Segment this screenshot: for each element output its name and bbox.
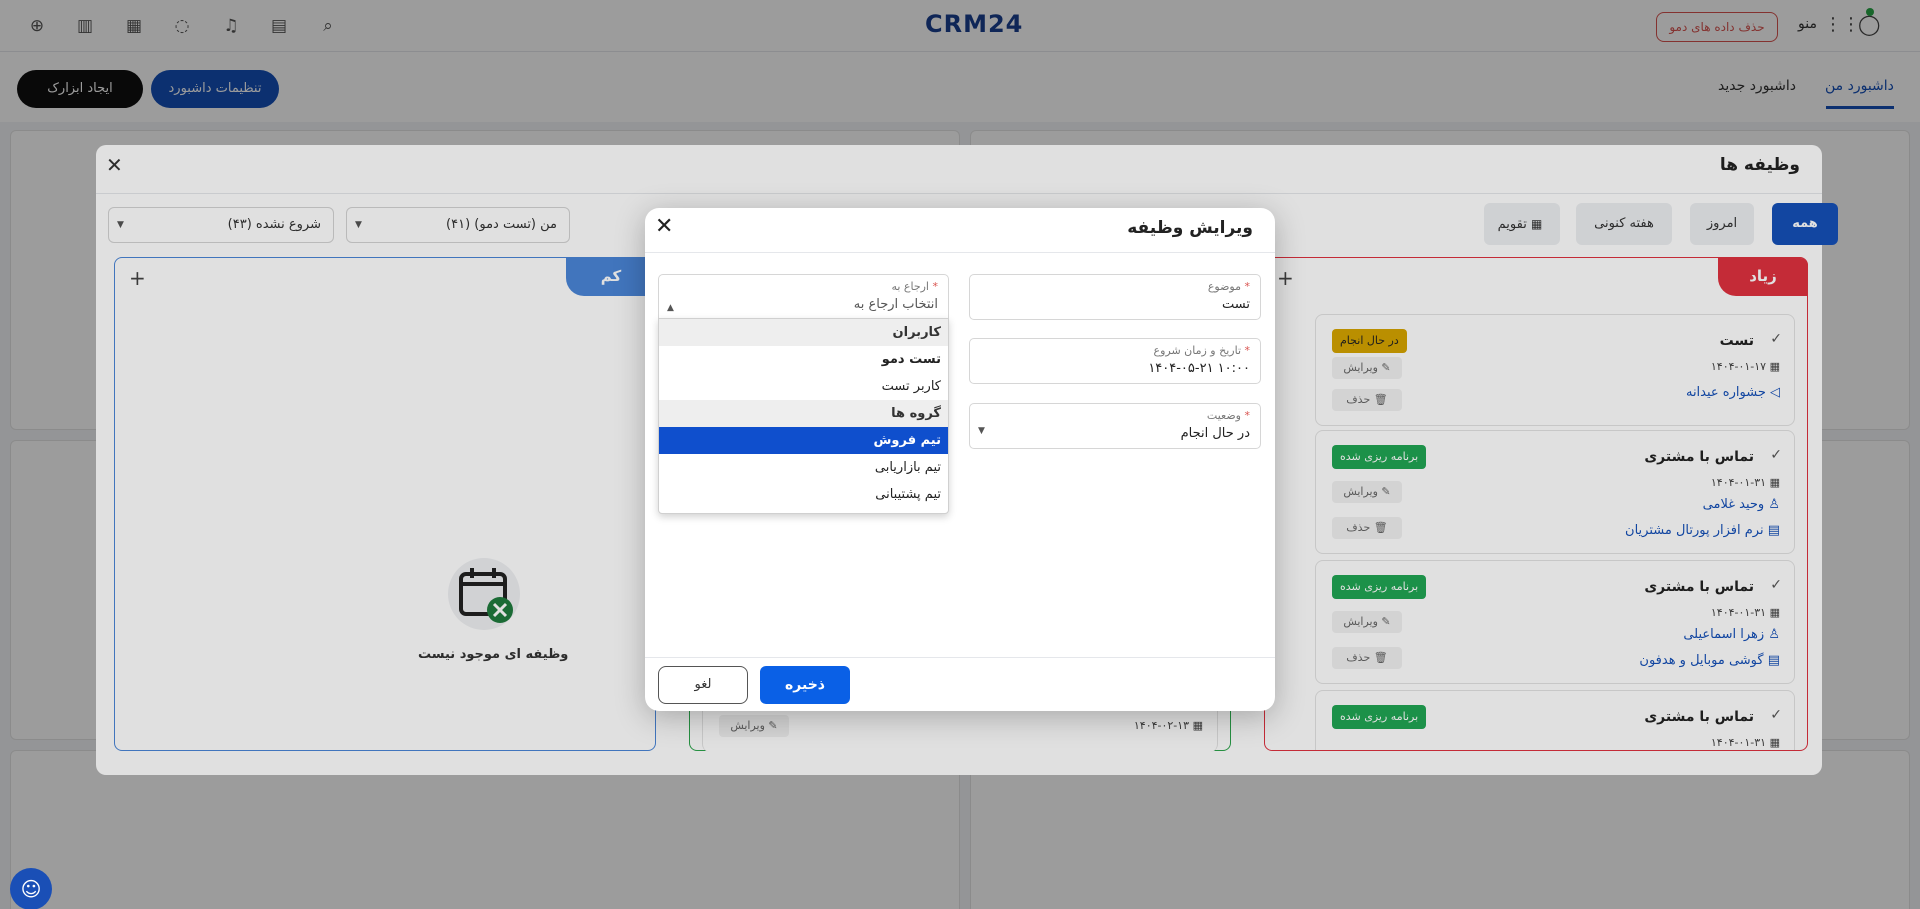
subject-field[interactable]: موضوع * تست [969,274,1261,320]
assigned-to-select[interactable]: ارجاع به * انتخاب ارجاع به ▲ [658,274,949,320]
dropdown-option-test-demo[interactable]: تست دمو [659,346,948,373]
dropdown-group-users: کاربران [659,319,948,346]
required-mark: * [1244,280,1251,293]
chevron-up-icon: ▲ [667,303,674,313]
divider [645,252,1275,253]
cancel-button[interactable]: لغو [658,666,748,704]
chevron-down-icon: ▼ [978,426,985,436]
subject-label: موضوع * [1208,280,1250,293]
divider [645,657,1275,658]
support-agent-icon: ☺ [20,877,42,901]
dropdown-group-teams: گروه ها [659,400,948,427]
close-icon[interactable]: ✕ [655,214,673,239]
dropdown-option-test-user[interactable]: کاربر تست [659,373,948,400]
assigned-to-dropdown: کاربران تست دمو کاربر تست گروه ها تیم فر… [658,318,949,514]
assigned-placeholder: انتخاب ارجاع به [853,297,938,312]
subject-value: تست [1222,297,1250,312]
status-label: وضعیت * [1207,409,1250,422]
dropdown-option-sales-team[interactable]: تیم فروش [659,427,948,454]
status-label-text: وضعیت [1206,409,1241,422]
save-button[interactable]: ذخیره [760,666,850,704]
start-label-text: تاریخ و زمان شروع [1153,344,1241,357]
start-datetime-field[interactable]: تاریخ و زمان شروع * ۱۴۰۴-۰۵-۲۱ ۱۰:۰۰ [969,338,1261,384]
dropdown-option-support-team[interactable]: تیم پشتیبانی [659,481,948,508]
subject-label-text: موضوع [1207,280,1241,293]
dropdown-option-marketing-team[interactable]: تیم بازاریابی [659,454,948,481]
status-select[interactable]: وضعیت * در حال انجام ▼ [969,403,1261,449]
edit-task-dialog: ویرایش وظیفه ✕ موضوع * تست ارجاع به * ان… [645,208,1275,711]
dialog-title: ویرایش وظیفه [1127,218,1253,238]
required-mark: * [932,280,939,293]
assigned-label: ارجاع به * [891,280,938,293]
required-mark: * [1244,344,1251,357]
assigned-label-text: ارجاع به [891,280,929,293]
required-mark: * [1244,409,1251,422]
support-fab[interactable]: ☺ [10,868,52,909]
status-value: در حال انجام [1180,426,1250,441]
start-label: تاریخ و زمان شروع * [1154,344,1250,357]
start-value: ۱۴۰۴-۰۵-۲۱ ۱۰:۰۰ [1148,361,1250,376]
